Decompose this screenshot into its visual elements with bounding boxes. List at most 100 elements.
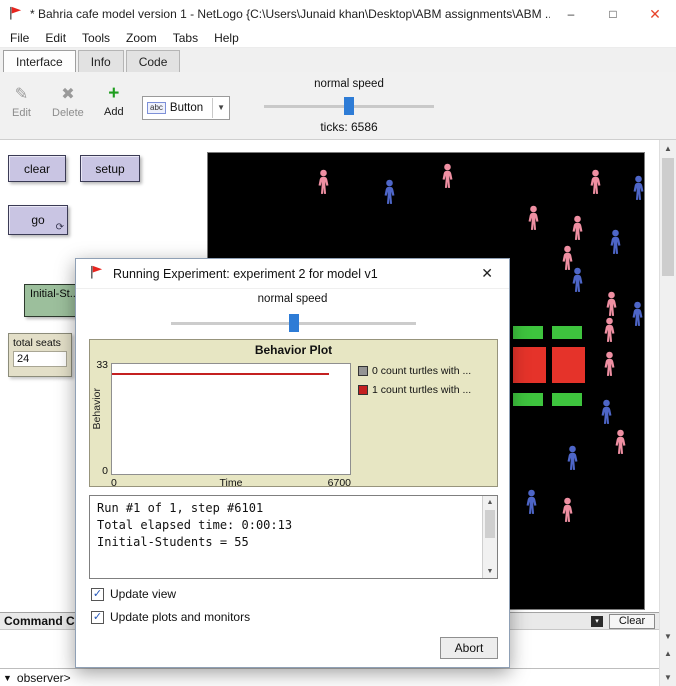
edit-tool[interactable]: ✎ Edit (12, 86, 31, 119)
scroll-up-arrow[interactable]: ▲ (660, 645, 676, 662)
delete-tool[interactable]: ✖ Delete (52, 86, 84, 119)
title-bar: * Bahria cafe model version 1 - NetLogo … (0, 0, 676, 28)
menu-item[interactable]: Tabs (165, 29, 206, 47)
scroll-down-arrow[interactable]: ▼ (660, 628, 676, 645)
scroll-thumb[interactable] (485, 510, 495, 538)
netlogo-window: { "window": { "title": "* Bahria cafe mo… (0, 0, 676, 686)
command-center-clear-button[interactable]: Clear (609, 614, 655, 629)
speed-slider-label: normal speed (264, 78, 434, 90)
menu-item[interactable]: File (2, 29, 37, 47)
widget-type-dropdown[interactable]: abc Button ▼ (142, 96, 230, 120)
maximize-button[interactable]: □ (592, 0, 634, 28)
seat-block (513, 393, 543, 406)
add-tool[interactable]: + Add (104, 85, 124, 118)
console-line: Total elapsed time: 0:00:13 (97, 517, 475, 534)
plot-title: Behavior Plot (90, 343, 497, 357)
legend-label: 0 count turtles with ... (372, 365, 471, 377)
menu-item[interactable]: Zoom (118, 29, 165, 47)
turtle-person-icon (570, 267, 585, 293)
turtle-person-icon (630, 301, 645, 327)
clear-button[interactable]: clear (8, 155, 66, 182)
dialog-speed-slider-thumb[interactable] (289, 314, 299, 332)
command-center-toggle-icon[interactable]: ▾ (591, 616, 603, 627)
plot-x-max-tick: 6700 (319, 477, 351, 489)
widget-type-value: Button (170, 102, 212, 114)
tab-interface[interactable]: Interface (3, 50, 76, 72)
legend-entry: 0 count turtles with ... (358, 365, 471, 377)
netlogo-flag-icon (89, 264, 104, 283)
plot-y-min-tick: 0 (92, 465, 108, 477)
scroll-up-arrow[interactable]: ▲ (660, 140, 676, 157)
netlogo-flag-icon (8, 5, 23, 24)
plot-area (111, 363, 351, 475)
scroll-down-arrow[interactable]: ▼ (660, 669, 676, 686)
command-center-scrollbar[interactable]: ▲ ▼ (659, 645, 676, 686)
tab-bar: Interface Info Code (0, 48, 676, 72)
dialog-close-icon[interactable]: ✕ (478, 265, 496, 282)
turtle-person-icon (560, 497, 575, 523)
legend-swatch-icon (358, 366, 368, 376)
monitor-label: total seats (13, 337, 67, 349)
scroll-thumb[interactable] (662, 158, 674, 276)
running-experiment-dialog: Running Experiment: experiment 2 for mod… (75, 258, 510, 668)
setup-button[interactable]: setup (80, 155, 140, 182)
plot-legend: 0 count turtles with ... 1 count turtles … (358, 365, 471, 403)
console-line: Initial-Students = 55 (97, 534, 475, 551)
add-tool-label: Add (104, 106, 124, 118)
turtle-person-icon (613, 429, 628, 455)
console-text: Run #1 of 1, step #6101Total elapsed tim… (90, 496, 482, 578)
tab-code[interactable]: Code (126, 50, 181, 72)
initial-students-slider-label: Initial-St... (30, 288, 79, 300)
turtle-person-icon (382, 179, 397, 205)
scroll-down-arrow[interactable]: ▼ (483, 565, 497, 578)
plot-y-max-tick: 33 (92, 359, 108, 371)
console-scrollbar[interactable]: ▲ ▼ (482, 496, 497, 578)
legend-swatch-icon (358, 385, 368, 395)
menu-item[interactable]: Tools (74, 29, 118, 47)
seat-block (552, 326, 582, 339)
delete-tool-label: Delete (52, 107, 84, 119)
add-plus-icon: + (104, 85, 124, 103)
tab-info[interactable]: Info (78, 50, 124, 72)
turtle-person-icon (524, 489, 539, 515)
scroll-up-arrow[interactable]: ▲ (483, 496, 497, 509)
abort-button[interactable]: Abort (440, 637, 498, 659)
delete-icon: ✖ (52, 86, 84, 104)
toolbar: ✎ Edit ✖ Delete + Add abc Button ▼ norma… (0, 72, 676, 140)
speed-slider[interactable] (264, 96, 434, 116)
seat-block (513, 347, 546, 383)
edit-pencil-icon: ✎ (12, 86, 31, 104)
dialog-checkbox-row[interactable]: Update plots and monitors (91, 610, 250, 624)
dialog-checkbox[interactable] (91, 588, 104, 601)
observer-dropdown-icon[interactable]: ▼ (3, 673, 12, 683)
turtle-person-icon (316, 169, 331, 195)
speed-slider-group: normal speed ticks: 6586 (264, 78, 434, 134)
seat-block (513, 326, 543, 339)
turtle-person-icon (526, 205, 541, 231)
legend-label: 1 count turtles with ... (372, 384, 471, 396)
plot-x-axis-label: Time (111, 477, 351, 489)
window-title: * Bahria cafe model version 1 - NetLogo … (30, 7, 550, 21)
forever-loop-icon: ⟳ (56, 222, 64, 233)
ticks-counter: ticks: 6586 (264, 120, 434, 134)
turtle-person-icon (631, 175, 645, 201)
total-seats-monitor: total seats 24 (8, 333, 72, 377)
speed-slider-thumb[interactable] (344, 97, 354, 115)
go-button[interactable]: go ⟳ (8, 205, 68, 235)
minimize-button[interactable]: – (550, 0, 592, 28)
dialog-speed-slider[interactable] (171, 313, 416, 333)
turtle-person-icon (602, 351, 617, 377)
legend-entry: 1 count turtles with ... (358, 384, 471, 396)
dialog-checkbox[interactable] (91, 611, 104, 624)
dialog-checkbox-row[interactable]: Update view (91, 587, 250, 601)
dialog-title-bar: Running Experiment: experiment 2 for mod… (76, 259, 509, 289)
seat-block (552, 347, 585, 383)
main-vertical-scrollbar[interactable]: ▲ ▼ (659, 140, 676, 645)
plot-y-axis-label: Behavior (91, 388, 103, 429)
close-button[interactable]: ✕ (634, 0, 676, 28)
menu-item[interactable]: Edit (37, 29, 74, 47)
menu-item[interactable]: Help (206, 29, 247, 47)
observer-prompt-bar[interactable]: ▼ observer> (0, 668, 659, 686)
turtle-person-icon (588, 169, 603, 195)
turtle-person-icon (565, 445, 580, 471)
